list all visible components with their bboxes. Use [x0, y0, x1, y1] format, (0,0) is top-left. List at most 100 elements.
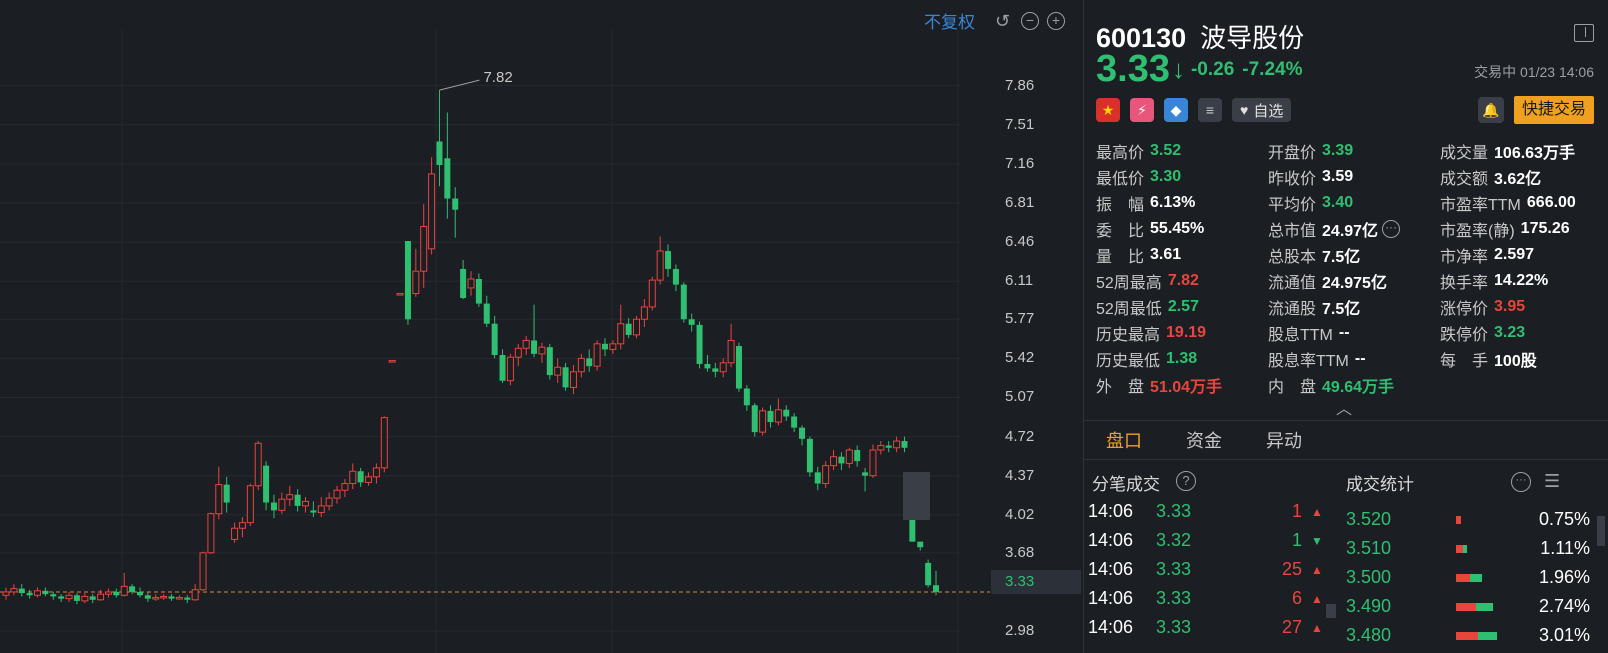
candle-body [294, 494, 301, 506]
volume-bar-sell [1476, 602, 1494, 611]
price-axis-label: 5.42 [1005, 349, 1035, 367]
tick-price: 3.33 [1156, 501, 1192, 521]
zoom-out-icon[interactable]: − [1021, 11, 1039, 30]
candle-body [365, 476, 373, 483]
stat-label: 振 幅 [1096, 197, 1145, 214]
tab-1[interactable]: 资金 [1186, 427, 1222, 453]
candle-body [301, 500, 309, 507]
price-axis-label: 6.46 [1005, 233, 1035, 251]
candle-body [506, 356, 514, 382]
candle-body [774, 409, 782, 423]
candle-body [175, 597, 183, 600]
tick-volume: 25 [1281, 559, 1302, 579]
chart-toolbar: 不复权 ↺ − + [924, 8, 1065, 33]
volume-stat-bar [1456, 631, 1522, 640]
candle-body [404, 241, 411, 320]
volume-bar-buy [1456, 544, 1464, 553]
volume-bar-sell [1463, 544, 1467, 553]
more-icon[interactable]: ··· [1511, 472, 1531, 492]
stat-label: 52周最高 [1096, 275, 1162, 292]
china-flag-icon[interactable]: ★ [1096, 98, 1120, 122]
stat-cell: 历史最高 19.19 [1096, 321, 1268, 345]
candle-body [372, 467, 380, 478]
stat-value: 49.64万手 [1322, 379, 1395, 396]
last-price: 3.33 [1096, 48, 1170, 90]
candle-body [814, 472, 821, 484]
tick-row: 14:06 3.33 6 ▲ [1084, 584, 1334, 613]
trade-status: 交易中 01/23 14:06 [1474, 64, 1594, 80]
chevron-up-icon[interactable]: ︿ [1336, 395, 1352, 419]
document-icon[interactable]: ≡ [1198, 98, 1222, 122]
candle-body [783, 409, 790, 417]
candle-body [586, 358, 593, 367]
price-axis-label: 7.86 [1005, 76, 1035, 94]
bell-icon[interactable]: 🔔 [1478, 97, 1504, 123]
volume-stats-scrollbar[interactable] [1597, 516, 1605, 546]
candle-body [538, 346, 546, 355]
hover-highlight [903, 472, 930, 520]
current-price-tag: 3.33 [991, 570, 1081, 594]
stat-cell: 最高价 3.52 [1096, 139, 1268, 163]
candle-body [767, 410, 774, 423]
tick-price: 3.33 [1156, 617, 1192, 637]
up-triangle-icon: ▲ [1311, 504, 1323, 519]
stat-label: 市盈率TTM [1440, 197, 1521, 214]
volume-stat-price: 3.490 [1346, 596, 1392, 616]
candle-body [310, 510, 317, 513]
more-icon[interactable]: ··· [1382, 220, 1401, 238]
tab-2[interactable]: 异动 [1266, 427, 1302, 453]
ticks-title: 分笔成交 [1092, 475, 1160, 494]
stats-row: 振 幅 6.13% 平均价 3.40 市盈率TTM 666.00 [1096, 190, 1596, 216]
lightning-icon[interactable]: ⚡ [1130, 98, 1154, 122]
volume-stats-list[interactable]: 3.520 0.75% 3.510 1.11% 3.500 1.96% 3.490 2.74%… [1346, 505, 1594, 653]
stat-label: 委 比 [1096, 223, 1145, 240]
candle-body [601, 343, 608, 350]
candle-body [593, 343, 601, 367]
stat-label: 市净率 [1440, 249, 1489, 266]
candle-body [325, 497, 333, 507]
stat-value: -- [1338, 324, 1350, 341]
stat-value: 3.39 [1322, 142, 1354, 159]
price-axis-label: 4.02 [1005, 505, 1035, 523]
kline-chart[interactable]: 7.82 [0, 0, 1083, 653]
candle-body [73, 595, 80, 601]
watch-label: 自选 [1253, 102, 1284, 120]
candle-body [743, 388, 750, 406]
high-marker-label: 7.82 [483, 69, 512, 86]
stat-label: 跌停价 [1440, 327, 1489, 344]
candle-body [869, 449, 877, 477]
stat-cell: 换手率 14.22% [1440, 269, 1596, 293]
candle-body [830, 456, 838, 467]
candle-body [838, 456, 845, 464]
undo-icon[interactable]: ↺ [995, 12, 1013, 30]
help-icon[interactable]: ? [1176, 471, 1196, 491]
stat-label: 流通股 [1268, 301, 1317, 318]
quick-trade-button[interactable]: 快捷交易 [1513, 96, 1594, 124]
panel-collapse-icon[interactable] [1574, 24, 1594, 42]
volume-stat-row: 3.480 3.01% [1346, 621, 1594, 650]
down-arrow-icon: ↓ [1171, 54, 1185, 84]
no-adjust-button[interactable]: 不复权 [924, 8, 975, 33]
stat-value: 14.22% [1494, 272, 1549, 289]
add-watchlist-button[interactable]: ♥ 自选 [1232, 98, 1292, 122]
zoom-in-icon[interactable]: + [1047, 11, 1065, 30]
stat-label: 开盘价 [1268, 145, 1317, 162]
candle-body [436, 141, 443, 165]
list-icon[interactable]: ☰ [1544, 472, 1564, 492]
price-axis-label: 2.98 [1005, 622, 1035, 640]
tick-time: 14:06 [1088, 588, 1134, 608]
stat-label: 最高价 [1096, 145, 1145, 162]
stats-row: 最低价 3.30 昨收价 3.59 成交额 3.62亿 [1096, 164, 1596, 190]
candle-body [727, 339, 735, 364]
stat-cell: 内 盘 49.64万手 [1268, 373, 1440, 397]
ticks-scrollbar[interactable] [1326, 604, 1336, 618]
kline-chart-pane[interactable]: 7.82 7.86 7.51 7.16 6.81 6.46 6.11 5.77 5.42 5.0… [0, 0, 1083, 653]
volume-stat-price: 3.480 [1346, 625, 1392, 645]
ticks-list[interactable]: 14:06 3.33 1 ▲ 14:06 3.32 1 ▼ 14:06 3.33 25 ▲ 14:06 3… [1084, 497, 1334, 653]
stat-label: 总股本 [1268, 249, 1317, 266]
candle-body [933, 585, 939, 592]
candle-body [199, 552, 207, 591]
candle-body [467, 278, 475, 289]
tab-0[interactable]: 盘口 [1106, 427, 1142, 453]
price-tag-icon[interactable]: ◆ [1164, 98, 1188, 122]
